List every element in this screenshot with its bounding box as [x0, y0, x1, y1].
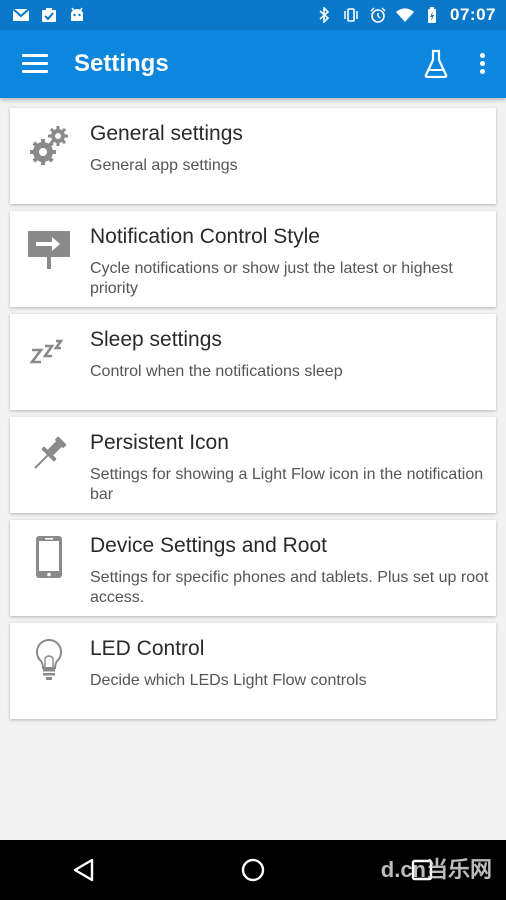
wifi-icon — [396, 8, 415, 22]
settings-item-device-root[interactable]: Device Settings and Root Settings for sp… — [10, 520, 496, 616]
gmail-icon — [12, 8, 30, 21]
phone-icon — [36, 536, 62, 578]
bulb-icon — [35, 639, 63, 680]
watermark-logo: d.cn当乐网 — [380, 857, 492, 882]
gears-icon — [30, 126, 68, 165]
menu-button[interactable] — [22, 54, 48, 74]
settings-item-led-control[interactable]: LED Control Decide which LEDs Light Flow… — [10, 623, 496, 719]
android-icon — [71, 7, 83, 21]
more-options-button[interactable] — [472, 50, 492, 78]
settings-item-subtitle: General app settings — [90, 157, 238, 174]
settings-item-subtitle: Settings for specific phones and tablets… — [90, 569, 489, 606]
sign-arrow-icon — [28, 231, 70, 269]
settings-item-title: LED Control — [90, 637, 205, 660]
settings-item-title: Device Settings and Root — [90, 534, 327, 557]
back-icon[interactable] — [68, 854, 100, 886]
page-title: Settings — [74, 50, 169, 77]
settings-item-subtitle: Cycle notifications or show just the lat… — [90, 260, 453, 297]
app-bar: Settings — [0, 30, 506, 98]
alarm-icon — [370, 7, 386, 23]
settings-item-general[interactable]: General settings General app settings — [10, 108, 496, 204]
flask-icon[interactable] — [422, 48, 450, 80]
settings-item-title: General settings — [90, 122, 243, 145]
vibrate-icon — [344, 8, 358, 22]
settings-item-title: Notification Control Style — [90, 225, 320, 248]
settings-item-notification-style[interactable]: Notification Control Style Cycle notific… — [10, 211, 496, 307]
settings-item-subtitle: Decide which LEDs Light Flow controls — [90, 672, 367, 689]
bluetooth-icon — [319, 7, 330, 23]
home-icon[interactable] — [237, 854, 269, 886]
settings-item-sleep[interactable]: Sleep settings Control when the notifica… — [10, 314, 496, 410]
status-bar: 07:07 — [0, 0, 506, 30]
settings-list: General settings General app settings No… — [10, 108, 496, 726]
status-time: 07:07 — [450, 5, 496, 24]
settings-item-title: Sleep settings — [90, 328, 222, 351]
settings-item-persistent-icon[interactable]: Persistent Icon Settings for showing a L… — [10, 417, 496, 513]
settings-item-subtitle: Settings for showing a Light Flow icon i… — [90, 466, 484, 503]
sleep-zzz-icon — [29, 339, 64, 364]
settings-item-subtitle: Control when the notifications sleep — [90, 363, 343, 380]
task-icon — [42, 8, 56, 22]
settings-item-title: Persistent Icon — [90, 431, 229, 454]
pin-icon — [34, 436, 67, 469]
battery-charging-icon — [428, 7, 437, 23]
